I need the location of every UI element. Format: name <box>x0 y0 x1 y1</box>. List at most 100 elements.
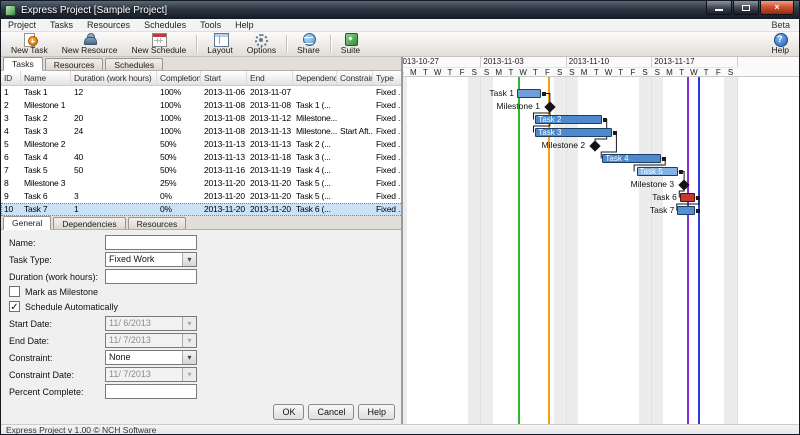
detail-tab-general[interactable]: General <box>3 216 51 230</box>
bar-end-handle[interactable] <box>679 170 683 174</box>
table-row[interactable]: 4Task 324100%2013-11-082013-11-13Milesto… <box>1 125 403 138</box>
percent-complete-input[interactable] <box>105 384 197 399</box>
table-cell: 50 <box>71 164 157 177</box>
bar-end-handle[interactable] <box>696 209 700 213</box>
toolbar-suite-button[interactable]: Suite <box>334 33 367 55</box>
table-cell: Fixed ... <box>373 112 403 125</box>
column-header-dependency[interactable]: Dependency <box>293 71 337 85</box>
toolbar-layout-button[interactable]: Layout <box>200 33 240 55</box>
bar-end-handle[interactable] <box>696 196 700 200</box>
duration-input[interactable] <box>105 269 197 284</box>
cancel-button[interactable]: Cancel <box>308 404 354 420</box>
table-cell: 2013-11-12 <box>247 112 293 125</box>
field-row-name: Name: <box>1 234 403 251</box>
table-row[interactable]: 7Task 55050%2013-11-162013-11-19Task 4 (… <box>1 164 403 177</box>
left-panel: TasksResourcesSchedules IDNameDuration (… <box>1 57 403 424</box>
gantt-day-letter: T <box>590 67 602 77</box>
column-header-type[interactable]: Type <box>373 71 403 85</box>
app-icon <box>5 5 16 16</box>
gantt-bar-task-7[interactable] <box>677 206 695 215</box>
start-date-field[interactable]: 11/ 6/2013 <box>105 316 197 331</box>
toolbar-new-resource-button[interactable]: New Resource <box>55 33 125 55</box>
toolbar-help-button[interactable]: Help <box>765 33 796 55</box>
column-header-id[interactable]: ID <box>1 71 21 85</box>
table-row[interactable]: 5Milestone 250%2013-11-132013-11-13Task … <box>1 138 403 151</box>
table-cell: 2013-11-16 <box>201 164 247 177</box>
constraint-select[interactable]: None <box>105 350 197 365</box>
tab-tasks[interactable]: Tasks <box>3 57 43 71</box>
column-header-constraint[interactable]: Constraint <box>337 71 373 85</box>
table-cell: Task 5 (... <box>293 177 337 190</box>
table-cell: 24 <box>71 125 157 138</box>
bar-end-handle[interactable] <box>603 118 607 122</box>
toolbar-options-button[interactable]: Options <box>240 33 283 55</box>
toolbar-share-button[interactable]: Share <box>290 33 327 55</box>
field-value: None <box>106 351 182 364</box>
gantt-bar-task-5[interactable]: Task 5 <box>637 167 678 176</box>
table-row[interactable]: 8Milestone 325%2013-11-202013-11-20Task … <box>1 177 403 190</box>
new-schedule-icon <box>151 33 166 45</box>
tab-resources[interactable]: Resources <box>45 58 104 70</box>
gantt-day-letter: W <box>602 67 614 77</box>
column-header-end[interactable]: End <box>247 71 293 85</box>
column-header-start[interactable]: Start <box>201 71 247 85</box>
bar-end-handle[interactable] <box>542 92 546 96</box>
menu-project[interactable]: Project <box>1 19 43 31</box>
table-row[interactable]: 2Milestone 1100%2013-11-082013-11-08Task… <box>1 99 403 112</box>
table-cell: Fixed ... <box>373 177 403 190</box>
toolbar-button-label: Suite <box>341 46 360 55</box>
toolbar-new-schedule-button[interactable]: New Schedule <box>124 33 193 55</box>
bar-end-handle[interactable] <box>613 131 617 135</box>
table-cell: Task 1 <box>21 86 71 99</box>
menu-help[interactable]: Help <box>228 19 261 31</box>
menu-resources[interactable]: Resources <box>80 19 137 31</box>
ok-button[interactable]: OK <box>273 404 304 420</box>
detail-tab-dependencies[interactable]: Dependencies <box>53 217 125 229</box>
table-row[interactable]: 1Task 112100%2013-11-062013-11-07Fixed .… <box>1 86 403 99</box>
help-button[interactable]: Help <box>358 404 395 420</box>
menu-schedules[interactable]: Schedules <box>137 19 193 31</box>
gantt-bar-task-4[interactable]: Task 4 <box>602 154 661 163</box>
maximize-button[interactable] <box>733 1 759 15</box>
schedule-automatically-checkbox[interactable] <box>9 301 20 312</box>
table-cell: 0% <box>157 190 201 203</box>
gantt-day-letter: T <box>529 67 541 77</box>
gantt-bar-task-3[interactable]: Task 3 <box>535 128 612 137</box>
constraint-date-field[interactable]: 11/ 7/2013 <box>105 367 197 382</box>
gantt-bar-task-2[interactable]: Task 2 <box>535 115 602 124</box>
table-cell: 2013-11-13 <box>201 138 247 151</box>
table-cell: Task 4 (... <box>293 164 337 177</box>
toolbar-new-task-button[interactable]: New Task <box>4 33 55 55</box>
table-row[interactable]: 9Task 630%2013-11-202013-11-20Task 5 (..… <box>1 190 403 203</box>
app-window: Express Project [Sample Project] Project… <box>0 0 800 435</box>
tab-schedules[interactable]: Schedules <box>105 58 163 70</box>
task-type-select[interactable]: Fixed Work <box>105 252 197 267</box>
column-header-name[interactable]: Name <box>21 71 71 85</box>
toolbar-separator <box>286 35 287 53</box>
table-row[interactable]: 3Task 220100%2013-11-082013-11-12Milesto… <box>1 112 403 125</box>
table-cell: 50% <box>157 138 201 151</box>
minimize-button[interactable] <box>706 1 732 15</box>
gantt-milestone-milestone-2[interactable] <box>589 140 600 151</box>
detail-tab-resources[interactable]: Resources <box>128 217 187 229</box>
gantt-bar-task-6[interactable] <box>680 193 695 202</box>
options-icon <box>254 33 269 45</box>
checkbox-label: Schedule Automatically <box>25 302 118 312</box>
gantt-bar-task-1[interactable] <box>517 89 541 98</box>
table-cell: Task 6 (... <box>293 203 337 216</box>
mark-as-milestone-checkbox[interactable] <box>9 286 20 297</box>
table-cell: 0% <box>157 203 201 216</box>
table-cell: 2013-11-08 <box>247 99 293 112</box>
column-header-duration-work-hours[interactable]: Duration (work hours) <box>71 71 157 85</box>
menu-tools[interactable]: Tools <box>193 19 228 31</box>
menu-tasks[interactable]: Tasks <box>43 19 80 31</box>
column-header-completion[interactable]: Completion <box>157 71 201 85</box>
name-input[interactable] <box>105 235 197 250</box>
bar-end-handle[interactable] <box>662 157 666 161</box>
table-row[interactable]: 10Task 710%2013-11-202013-11-20Task 6 (.… <box>1 203 403 216</box>
table-row[interactable]: 6Task 44050%2013-11-132013-11-18Task 3 (… <box>1 151 403 164</box>
gantt-milestone-label: Milestone 3 <box>574 179 674 189</box>
close-button[interactable] <box>760 1 794 15</box>
table-cell: 3 <box>71 190 157 203</box>
end-date-field[interactable]: 11/ 7/2013 <box>105 333 197 348</box>
